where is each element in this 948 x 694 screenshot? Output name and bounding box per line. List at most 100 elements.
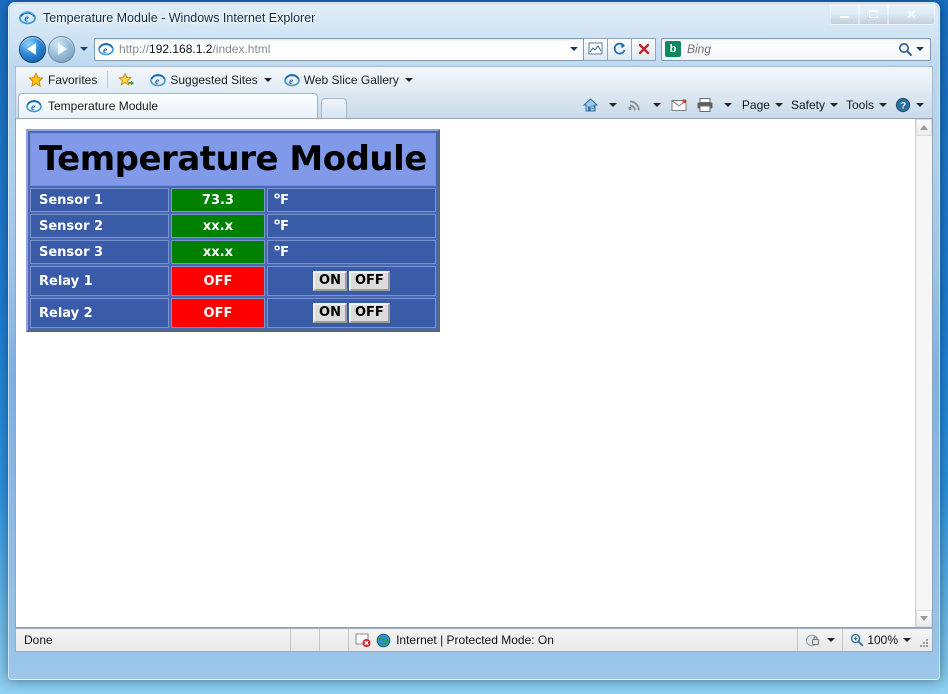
tools-menu-button[interactable]: Tools	[842, 94, 891, 116]
relay-1-off-button[interactable]: OFF	[348, 271, 390, 292]
feeds-button[interactable]	[623, 94, 647, 116]
table-header-row: Temperature Module	[30, 133, 436, 187]
internet-zone-icon	[376, 633, 391, 648]
divider	[290, 629, 292, 651]
scroll-up-button[interactable]	[916, 119, 932, 136]
internet-explorer-icon: e	[283, 72, 300, 88]
close-icon	[638, 43, 649, 55]
temperature-module-table: Temperature Module Sensor 1 73.3 oF Sens…	[26, 129, 440, 333]
chevron-down-icon	[903, 638, 912, 642]
home-button[interactable]	[578, 94, 603, 116]
minimize-button[interactable]	[830, 4, 859, 25]
internet-explorer-icon: e	[150, 72, 167, 88]
relay-1-on-button[interactable]: ON	[313, 271, 347, 292]
chevron-down-icon	[916, 47, 924, 51]
page-menu-button[interactable]: Page	[738, 94, 787, 116]
status-spacer	[53, 629, 290, 651]
search-icon[interactable]	[898, 42, 913, 57]
favorites-item-suggested-sites[interactable]: e Suggested Sites	[144, 70, 277, 90]
internet-explorer-icon: e	[26, 98, 42, 114]
compatibility-view-button[interactable]	[584, 37, 608, 61]
relay-2-on-button[interactable]: ON	[313, 303, 347, 324]
zoom-level-button[interactable]: 100%	[843, 629, 918, 651]
title-bar: e Temperature Module - Windows Internet …	[9, 3, 939, 32]
unit-label: F	[280, 218, 290, 234]
help-button[interactable]: ?	[891, 94, 928, 116]
favorites-item-label: Web Slice Gallery	[303, 72, 399, 87]
navigation-bar: e http://192.168.1.2/index.html b Bing	[9, 32, 939, 66]
refresh-button[interactable]	[608, 37, 632, 61]
favorites-button[interactable]: Favorites	[22, 70, 103, 90]
read-mail-button[interactable]	[667, 94, 692, 116]
search-provider-dropdown[interactable]	[913, 39, 927, 60]
search-box[interactable]: b Bing	[661, 37, 931, 61]
resize-grip[interactable]	[918, 629, 932, 651]
help-icon: ?	[895, 97, 911, 113]
compatibility-view-icon	[588, 42, 603, 55]
row-label-sensor-1: Sensor 1	[30, 188, 169, 213]
tab-label: Temperature Module	[48, 99, 159, 113]
favorites-item-web-slice-gallery[interactable]: e Web Slice Gallery	[278, 70, 419, 90]
scroll-down-button[interactable]	[916, 610, 932, 627]
rss-feed-icon	[628, 100, 640, 111]
chevron-down-icon	[652, 103, 661, 107]
recent-pages-button[interactable]	[77, 38, 91, 60]
scrollbar-track[interactable]	[916, 136, 932, 610]
status-bar: Done Internet | Protected Mode: On 100%	[15, 628, 933, 652]
privacy-report-icon	[355, 633, 371, 648]
page-favicon-icon: e	[98, 41, 114, 57]
chevron-down-icon	[570, 47, 578, 51]
favorites-label: Favorites	[48, 72, 98, 87]
feeds-dropdown-button[interactable]	[647, 94, 667, 116]
refresh-icon	[613, 42, 626, 55]
protected-mode-button[interactable]	[798, 629, 842, 651]
vertical-scrollbar[interactable]	[915, 119, 932, 627]
url-text: http://192.168.1.2/index.html	[119, 42, 271, 56]
status-spacer	[560, 629, 797, 651]
row-controls-relay-2: ON OFF	[266, 298, 436, 329]
row-value-sensor-1: 73.3	[170, 188, 265, 213]
print-dropdown-button[interactable]	[718, 94, 738, 116]
relay-2-off-button[interactable]: OFF	[348, 303, 390, 324]
svg-text:e: e	[24, 14, 29, 25]
chevron-down-icon	[829, 103, 838, 107]
page-menu-label: Page	[741, 98, 770, 112]
chevron-down-icon	[263, 77, 272, 82]
row-label-relay-1: Relay 1	[30, 266, 169, 297]
chevron-down-icon	[916, 103, 924, 107]
safety-menu-button[interactable]: Safety	[787, 94, 842, 116]
bing-icon: b	[665, 41, 681, 57]
forward-arrow-icon	[58, 43, 67, 55]
status-text: Done	[24, 633, 53, 647]
new-tab-button[interactable]	[321, 98, 347, 118]
web-page-content: Temperature Module Sensor 1 73.3 oF Sens…	[16, 119, 915, 627]
row-value-sensor-3: xx.x	[170, 240, 265, 265]
divider	[107, 71, 109, 88]
chevron-down-icon	[920, 616, 928, 621]
add-to-favorites-bar-button[interactable]	[112, 70, 144, 90]
star-add-icon	[118, 71, 135, 88]
row-value-sensor-2: xx.x	[170, 214, 265, 239]
chevron-down-icon	[80, 47, 88, 51]
maximize-button[interactable]	[859, 4, 888, 25]
status-badge-relay-1: OFF	[170, 266, 265, 297]
row-unit-sensor-1: oF	[266, 188, 436, 213]
tab-temperature-module[interactable]: e Temperature Module	[18, 93, 318, 118]
address-bar[interactable]: e http://192.168.1.2/index.html	[94, 37, 584, 61]
home-dropdown-button[interactable]	[603, 94, 623, 116]
close-button[interactable]: ✕	[888, 4, 935, 25]
search-input[interactable]: Bing	[687, 42, 898, 56]
print-button[interactable]	[692, 94, 718, 116]
tab-bar: e Temperature Module Page Safety Tools ?	[15, 92, 933, 118]
page-viewport: Temperature Module Sensor 1 73.3 oF Sens…	[15, 118, 933, 628]
row-unit-sensor-3: oF	[266, 240, 436, 265]
chevron-up-icon	[920, 125, 928, 130]
stop-button[interactable]	[632, 37, 656, 61]
maximize-icon	[869, 10, 878, 18]
forward-button[interactable]	[48, 35, 75, 63]
address-dropdown-button[interactable]	[567, 39, 581, 60]
table-row: Relay 1 OFF ON OFF	[30, 266, 436, 297]
table-row: Sensor 1 73.3 oF	[30, 188, 436, 213]
back-button[interactable]	[19, 35, 46, 63]
security-zone-indicator[interactable]: Internet | Protected Mode: On	[349, 629, 560, 651]
